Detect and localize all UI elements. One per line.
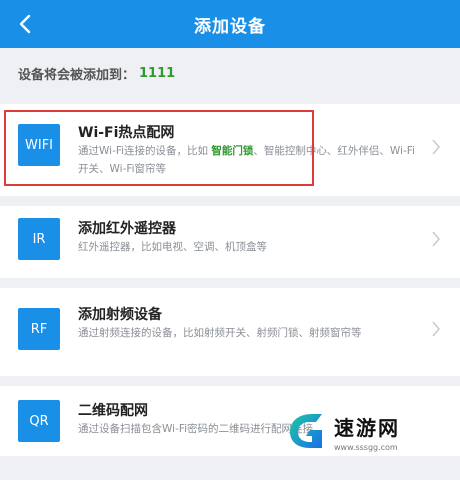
divider: [0, 196, 460, 206]
device-option-rf[interactable]: RF 添加射频设备 通过射频连接的设备，比如射频开关、射频门锁、射频窗帘等: [0, 288, 460, 376]
watermark-logo-icon: [290, 414, 322, 448]
add-target-info: 设备将会被添加到： 1111: [0, 48, 460, 98]
option-title: Wi-Fi热点配网: [78, 125, 175, 141]
watermark-url: www.sssgg.com: [334, 443, 398, 452]
ir-badge-icon: IR: [18, 218, 60, 260]
option-description: 通过射频连接的设备，比如射频开关、射频门锁、射频窗帘等: [78, 327, 362, 339]
device-option-ir[interactable]: IR 添加红外遥控器 红外遥控器，比如电视、空调、机顶盒等: [0, 206, 460, 278]
chevron-right-icon: [432, 139, 441, 155]
target-name: 1111: [139, 65, 176, 81]
wifi-badge-icon: WIFI: [18, 124, 60, 166]
divider: [0, 278, 460, 288]
rf-badge-icon: RF: [18, 308, 60, 350]
chevron-right-icon: [432, 321, 441, 337]
option-description: 红外遥控器，比如电视、空调、机顶盒等: [78, 241, 267, 253]
watermark: 速游网 www.sssgg.com: [282, 404, 452, 460]
back-arrow-icon[interactable]: [14, 12, 38, 36]
target-label: 设备将会被添加到：: [18, 67, 136, 83]
qr-badge-icon: QR: [18, 400, 60, 442]
highlight-text: 智能门锁: [211, 145, 254, 157]
device-option-wifi[interactable]: WIFI Wi-Fi热点配网 通过Wi-Fi连接的设备，比如 智能门锁、智能控制…: [0, 104, 460, 196]
option-title: 添加红外遥控器: [78, 221, 176, 237]
option-description: 通过Wi-Fi连接的设备，比如 智能门锁、智能控制中心、红外伴侣、Wi-Fi开关…: [78, 145, 415, 175]
chevron-right-icon: [432, 231, 441, 247]
option-title: 添加射频设备: [78, 307, 162, 323]
divider: [0, 376, 460, 386]
watermark-title: 速游网: [334, 416, 400, 440]
top-bar: 添加设备: [0, 0, 460, 48]
page-title: 添加设备: [194, 16, 266, 37]
option-title: 二维码配网: [78, 403, 148, 419]
